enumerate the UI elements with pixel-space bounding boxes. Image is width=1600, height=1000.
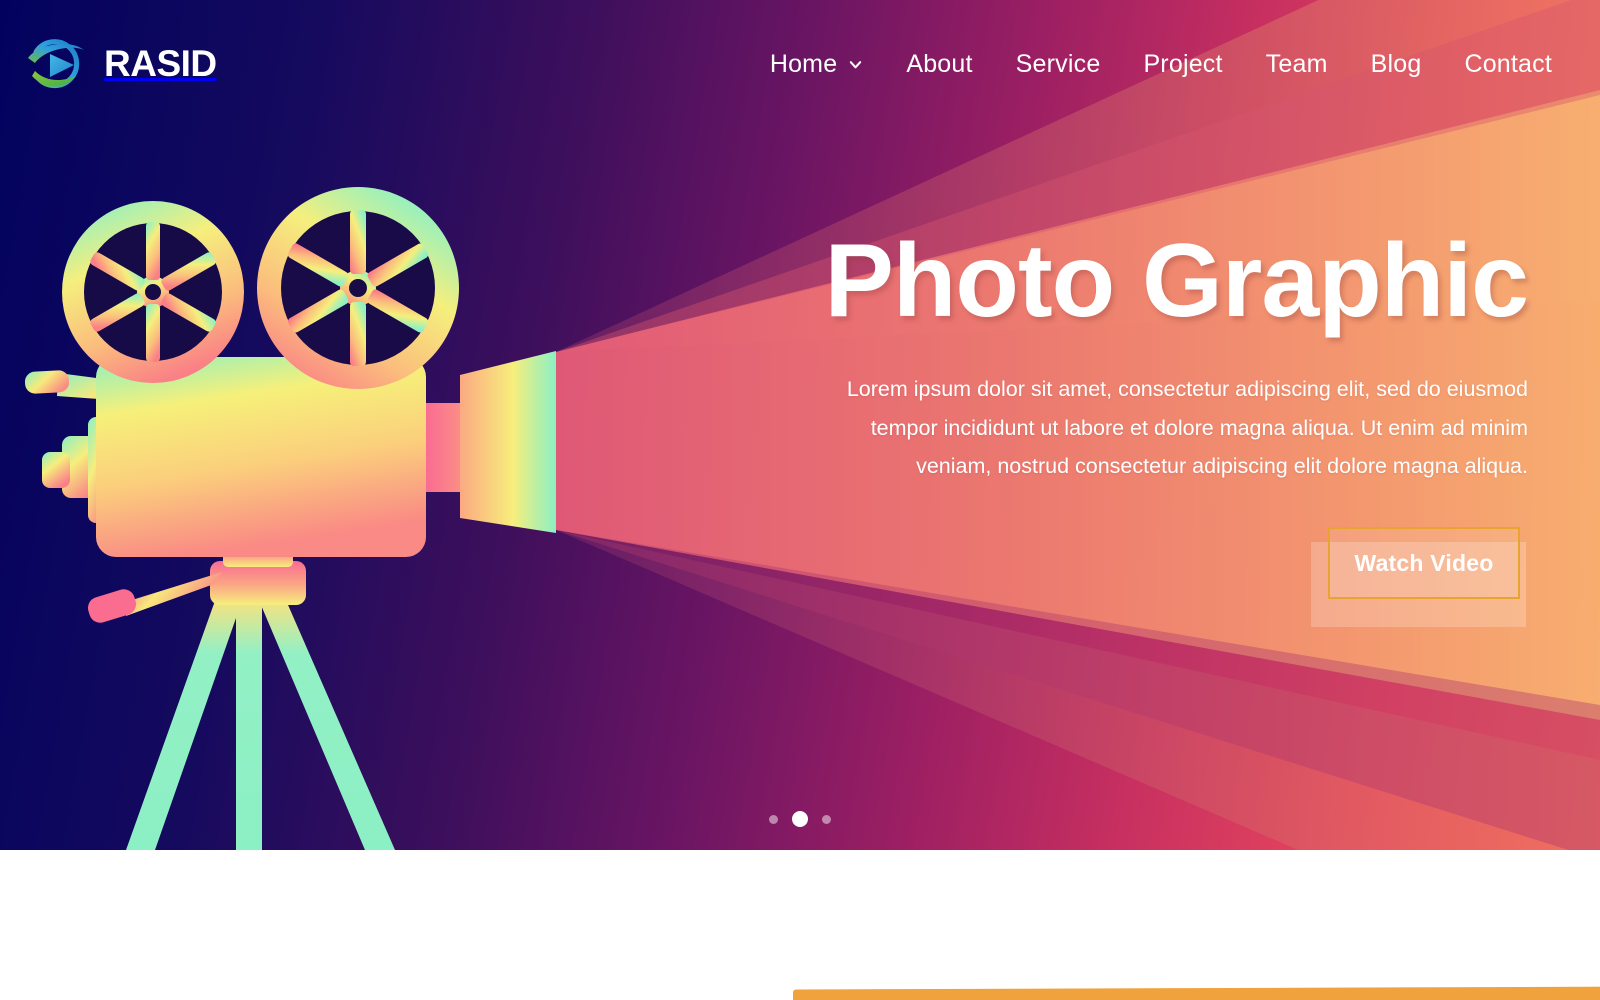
slider-dot-3[interactable]: [822, 814, 831, 824]
nav-item-home[interactable]: Home: [770, 50, 864, 79]
nav-link-team[interactable]: Team: [1266, 50, 1328, 79]
nav-link-about[interactable]: About: [906, 50, 972, 79]
main-navigation: RASID Home About Service Project Team Bl…: [0, 0, 1600, 128]
nav-link-contact[interactable]: Contact: [1464, 50, 1552, 79]
hero-description: Lorem ipsum dolor sit amet, consectetur …: [846, 377, 1528, 478]
brand-logo-link[interactable]: RASID: [22, 32, 217, 96]
nav-item-service[interactable]: Service: [1016, 50, 1101, 79]
accent-bar: [792, 986, 1600, 1000]
below-hero-section: [0, 850, 1600, 1000]
hero-content: Photo Graphic Lorem ipsum dolor sit amet…: [798, 223, 1529, 628]
play-circle-swoosh-logo-icon: [28, 39, 84, 89]
watch-video-button[interactable]: Watch Video: [1328, 527, 1520, 600]
slider-dot-2[interactable]: [792, 811, 808, 827]
nav-link-project[interactable]: Project: [1143, 50, 1222, 79]
watch-video-cta-wrap: Watch Video: [1311, 527, 1526, 628]
slider-pagination: [0, 811, 1600, 827]
nav-link-service[interactable]: Service: [1016, 50, 1101, 79]
nav-link-home[interactable]: Home: [770, 50, 838, 79]
slider-dot-1[interactable]: [769, 814, 778, 824]
nav-link-blog[interactable]: Blog: [1371, 50, 1422, 79]
nav-item-contact[interactable]: Contact: [1464, 50, 1552, 79]
nav-item-team[interactable]: Team: [1266, 50, 1328, 79]
nav-item-about[interactable]: About: [906, 50, 972, 79]
chevron-down-icon[interactable]: [848, 57, 863, 72]
nav-item-project[interactable]: Project: [1143, 50, 1222, 79]
nav-links: Home About Service Project Team Blog Con…: [770, 50, 1552, 79]
nav-item-blog[interactable]: Blog: [1371, 50, 1422, 79]
brand-name: RASID: [104, 43, 217, 84]
hero-section: RASID Home About Service Project Team Bl…: [0, 0, 1600, 850]
hero-title: Photo Graphic: [824, 223, 1529, 339]
